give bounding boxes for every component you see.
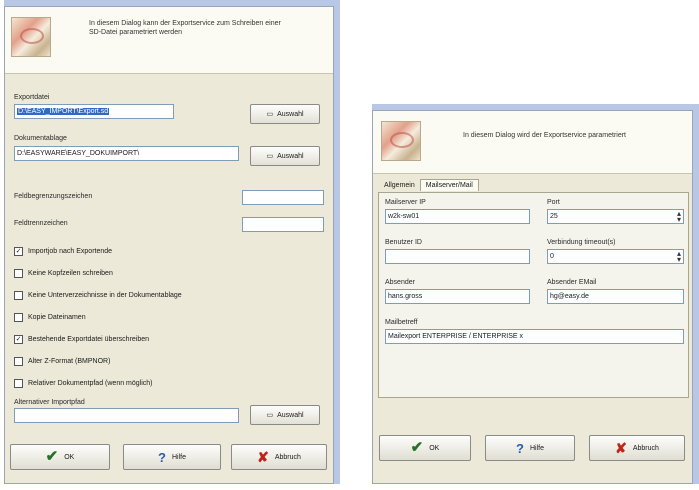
tab-content: Mailserver IP w2k-sw01 Port 25 ▴ ▾ Benutze… xyxy=(378,192,689,398)
feldbegrenzung-label: Feldbegrenzungszeichen xyxy=(14,193,93,200)
dialog-header: In diesem Dialog wird der Exportservice … xyxy=(373,111,692,174)
ok-button[interactable]: ✔ OK xyxy=(10,444,110,470)
checkbox-ueberschreiben[interactable]: ✓ Bestehende Exportdatei überschreiben xyxy=(14,335,149,344)
help-question-icon: ? xyxy=(516,440,524,456)
header-description: In diesem Dialog kann der Exportservice … xyxy=(89,20,281,36)
port-label: Port xyxy=(547,199,560,206)
folder-browse-icon: ▭ xyxy=(266,111,274,118)
ok-check-icon: ✔ xyxy=(410,439,424,456)
help-button[interactable]: ? Hilfe xyxy=(123,444,221,470)
mailbetreff-label: Mailbetreff xyxy=(385,319,418,326)
ok-check-icon: ✔ xyxy=(45,448,59,465)
absender-label: Absender xyxy=(385,279,415,286)
picture-logo-icon xyxy=(381,121,421,161)
dokumentablage-input[interactable]: D:\EASYWARE\EASY_DOKUIMPORT\ xyxy=(14,146,239,161)
exportdatei-browse-button[interactable]: ▭ Auswahl xyxy=(250,104,320,124)
checkbox-importjob[interactable]: ✓ Importjob nach Exportende xyxy=(14,247,112,256)
exportdatei-label: Exportdatei xyxy=(14,94,50,101)
checkbox-box[interactable] xyxy=(14,313,23,322)
mailserver-ip-label: Mailserver IP xyxy=(385,199,426,206)
dokumentablage-label: Dokumentablage xyxy=(14,135,67,142)
checkbox-alter-z-format[interactable]: Alter Z-Format (BMPNOR) xyxy=(14,357,110,366)
feldtrennzeichen-label: Feldtrennzeichen xyxy=(14,220,68,227)
checkbox-kopie-dateinamen[interactable]: Kopie Dateinamen xyxy=(14,313,86,322)
checkbox-box[interactable] xyxy=(14,379,23,388)
tab-mailserver[interactable]: Mailserver/Mail xyxy=(419,179,479,191)
feldtrennzeichen-input[interactable] xyxy=(242,217,324,232)
dialog-header: In diesem Dialog kann der Exportservice … xyxy=(5,7,333,74)
feldbegrenzung-input[interactable] xyxy=(242,190,324,205)
cancel-button[interactable]: ✘ Abbruch xyxy=(231,444,327,470)
timeout-label: Verbindung timeout(s) xyxy=(547,239,616,246)
spinner-icon[interactable]: ▴ ▾ xyxy=(677,250,681,263)
checkbox-keine-unterverzeichnisse[interactable]: Keine Unterverzeichnisse in der Dokument… xyxy=(14,291,182,300)
mailserver-ip-input[interactable]: w2k-sw01 xyxy=(385,209,530,224)
cancel-x-icon: ✘ xyxy=(615,439,627,456)
checkbox-box[interactable] xyxy=(14,357,23,366)
mail-export-dialog: In diesem Dialog wird der Exportservice … xyxy=(372,110,693,484)
checkbox-relativer-pfad[interactable]: Relativer Dokumentpfad (wenn möglich) xyxy=(14,379,153,388)
benutzer-label: Benutzer ID xyxy=(385,239,422,246)
checkbox-box[interactable] xyxy=(14,269,23,278)
port-input[interactable]: 25 ▴ ▾ xyxy=(547,209,684,224)
help-question-icon: ? xyxy=(158,449,166,465)
alt-import-input[interactable] xyxy=(14,408,239,423)
cancel-button[interactable]: ✘ Abbruch xyxy=(589,435,685,461)
export-settings-dialog: In diesem Dialog kann der Exportservice … xyxy=(4,6,334,484)
picture-logo-icon xyxy=(11,17,51,57)
timeout-input[interactable]: 0 ▴ ▾ xyxy=(547,249,684,264)
folder-browse-icon: ▭ xyxy=(266,153,274,160)
checkbox-box[interactable] xyxy=(14,291,23,300)
cancel-x-icon: ✘ xyxy=(257,448,269,465)
exportdatei-input[interactable]: D:\EASY_IMPORT\Export.sd xyxy=(14,104,174,119)
ok-button[interactable]: ✔ OK xyxy=(379,435,471,461)
checkbox-box[interactable]: ✓ xyxy=(14,247,23,256)
folder-browse-icon: ▭ xyxy=(266,412,274,419)
absender-input[interactable]: hans.gross xyxy=(385,289,530,304)
absender-email-input[interactable]: hg@easy.de xyxy=(547,289,684,304)
alt-import-browse-button[interactable]: ▭ Auswahl xyxy=(250,405,320,425)
header-description: In diesem Dialog wird der Exportservice … xyxy=(463,132,627,139)
benutzer-input[interactable] xyxy=(385,249,530,264)
help-button[interactable]: ? Hilfe xyxy=(485,435,575,461)
spinner-icon[interactable]: ▴ ▾ xyxy=(677,210,681,223)
checkbox-keine-kopfzeilen[interactable]: Keine Kopfzeilen schreiben xyxy=(14,269,113,278)
mailbetreff-input[interactable]: Mailexport ENTERPRISE / ENTERPRISE x xyxy=(385,329,684,344)
checkbox-box[interactable]: ✓ xyxy=(14,335,23,344)
absender-email-label: Absender EMail xyxy=(547,279,597,286)
dokumentablage-browse-button[interactable]: ▭ Auswahl xyxy=(250,146,320,166)
alt-import-label: Alternativer Importpfad xyxy=(14,399,85,406)
tab-bar: Allgemein Mailserver/Mail xyxy=(379,179,479,191)
tab-allgemein[interactable]: Allgemein xyxy=(379,180,420,191)
